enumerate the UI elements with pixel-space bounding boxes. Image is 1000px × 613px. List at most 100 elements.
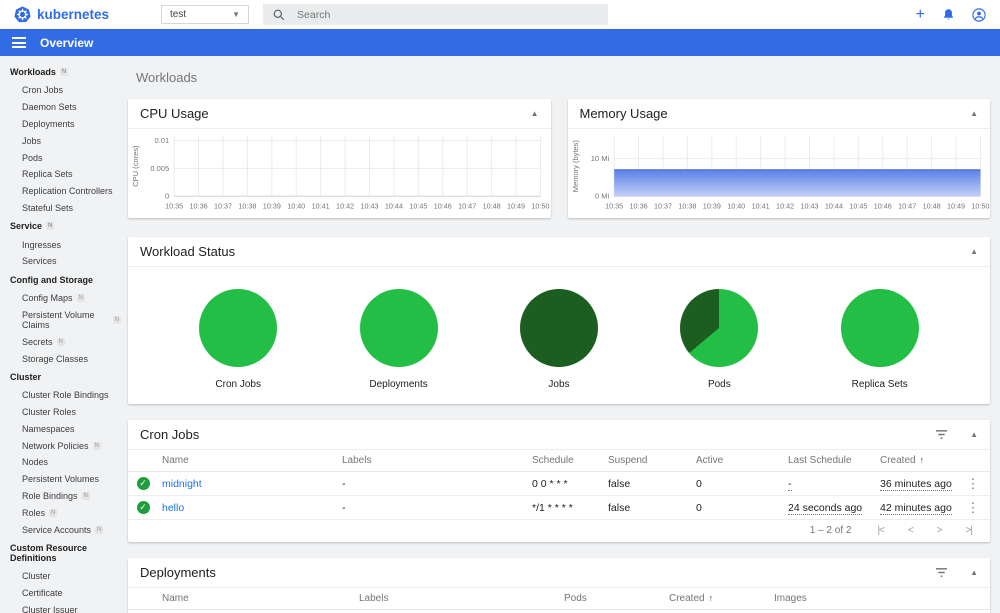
namespace-selector[interactable]: test ▼	[161, 5, 250, 24]
filter-list-icon[interactable]	[935, 429, 948, 440]
sidebar-item-label: Secrets	[22, 336, 53, 347]
sidebar-item-persistent-volumes[interactable]: Persistent Volumes	[0, 471, 125, 488]
resource-link[interactable]: hello	[162, 502, 184, 514]
svg-text:10:43: 10:43	[360, 201, 378, 210]
notifications-bell-icon[interactable]	[942, 8, 955, 21]
sidebar-item-namespaces[interactable]: Namespaces	[0, 421, 125, 438]
column-header-name[interactable]: Name	[158, 588, 355, 611]
sidebar-item-service-accounts[interactable]: Service Accounts N	[0, 521, 125, 538]
row-menu-icon[interactable]: ⋮	[960, 476, 986, 492]
sidebar-item-jobs[interactable]: Jobs	[0, 132, 125, 149]
sidebar-item-cluster-roles[interactable]: Cluster Roles	[0, 404, 125, 421]
filter-list-icon[interactable]	[935, 567, 948, 578]
pie-chart-pods	[680, 289, 759, 368]
sidebar-item-replica-sets[interactable]: Replica Sets	[0, 166, 125, 183]
sidebar-item-role-bindings[interactable]: Role Bindings N	[0, 488, 125, 505]
column-header-last-schedule[interactable]: Last Schedule	[784, 450, 876, 473]
sidebar-section-cluster[interactable]: Cluster	[0, 367, 125, 387]
column-header-active[interactable]: Active	[692, 450, 784, 473]
search-input[interactable]	[297, 8, 599, 21]
column-header-labels[interactable]: Labels	[338, 450, 528, 473]
search-bar[interactable]	[263, 4, 609, 25]
sidebar-item-ingresses[interactable]: Ingresses	[0, 236, 125, 253]
sidebar-item-pods[interactable]: Pods	[0, 149, 125, 166]
column-label: Labels	[342, 455, 372, 467]
last_schedule-value: -	[788, 477, 792, 491]
last-page-button[interactable]: >|	[966, 525, 974, 536]
sidebar-item-secrets[interactable]: Secrets N	[0, 333, 125, 350]
column-header-schedule[interactable]: Schedule	[528, 450, 604, 473]
status-ok-icon: ✓	[136, 501, 150, 515]
svg-text:10:39: 10:39	[263, 201, 281, 210]
sidebar-item-label: Stateful Sets	[22, 202, 74, 213]
actions-cell: ⋮	[956, 495, 990, 521]
workload-status-pies: Cron Jobs Deployments Jobs Pods Replica Sets	[128, 267, 990, 404]
svg-text:10:45: 10:45	[409, 201, 427, 210]
sidebar-item-replication-controllers[interactable]: Replication Controllers	[0, 183, 125, 200]
sidebar-item-stateful-sets[interactable]: Stateful Sets	[0, 199, 125, 216]
column-header-created[interactable]: Created ↑	[665, 588, 770, 611]
svg-text:10:44: 10:44	[385, 201, 403, 210]
sidebar-item-services[interactable]: Services	[0, 253, 125, 270]
user-account-icon[interactable]	[972, 7, 986, 22]
status-ok-icon: ✓	[136, 477, 150, 491]
svg-text:10:47: 10:47	[898, 201, 916, 210]
search-icon	[273, 9, 285, 21]
collapse-caret-icon[interactable]: ▲	[970, 568, 978, 577]
created-value: 42 minutes ago	[880, 501, 952, 515]
sidebar-item-cron-jobs[interactable]: Cron Jobs	[0, 82, 125, 99]
first-page-button[interactable]: |<	[877, 525, 885, 536]
column-header-name[interactable]: Name	[158, 450, 338, 473]
collapse-caret-icon[interactable]: ▲	[970, 109, 978, 118]
sidebar-section-service[interactable]: Service N	[0, 216, 125, 236]
actions-cell: ⋮	[956, 471, 990, 497]
collapse-caret-icon[interactable]: ▲	[970, 247, 978, 256]
column-header-labels[interactable]: Labels	[355, 588, 560, 611]
column-header-created[interactable]: Created ↑	[876, 450, 956, 473]
sidebar-section-workloads[interactable]: Workloads N	[0, 62, 125, 82]
sidebar-item-network-policies[interactable]: Network Policies N	[0, 437, 125, 454]
namespaced-badge: N	[92, 441, 101, 450]
column-header-pods[interactable]: Pods	[560, 588, 665, 611]
sidebar-item-cluster-issuer[interactable]: Cluster Issuer	[0, 602, 125, 613]
sidebar-item-label: Cluster Role Bindings	[22, 390, 109, 401]
sidebar-item-persistent-volume-claims[interactable]: Persistent Volume Claims N	[0, 307, 125, 334]
kubernetes-logo[interactable]: kubernetes	[14, 6, 109, 23]
svg-text:10:47: 10:47	[458, 201, 476, 210]
sidebar-item-deployments[interactable]: Deployments	[0, 116, 125, 133]
sidebar-item-cluster-role-bindings[interactable]: Cluster Role Bindings	[0, 387, 125, 404]
column-header-suspend[interactable]: Suspend	[604, 450, 692, 473]
previous-page-button[interactable]: <	[908, 525, 914, 536]
svg-text:0: 0	[165, 192, 169, 201]
svg-text:10:39: 10:39	[702, 201, 720, 210]
collapse-caret-icon[interactable]: ▲	[970, 430, 978, 439]
next-page-button[interactable]: >	[937, 525, 943, 536]
active-value: 0	[696, 477, 702, 490]
namespaced-badge: N	[95, 525, 104, 534]
sidebar-item-nodes[interactable]: Nodes	[0, 454, 125, 471]
collapse-caret-icon[interactable]: ▲	[531, 109, 539, 118]
sidebar-item-label: Cron Jobs	[22, 85, 64, 96]
sidebar-item-daemon-sets[interactable]: Daemon Sets	[0, 99, 125, 116]
svg-text:10:50: 10:50	[971, 201, 989, 210]
sidebar-item-roles[interactable]: Roles N	[0, 504, 125, 521]
sort-ascending-icon: ↑	[708, 593, 714, 604]
sidebar-section-custom-resource-definitions[interactable]: Custom Resource Definitions	[0, 538, 125, 568]
sidebar-item-certificate[interactable]: Certificate	[0, 585, 125, 602]
sidebar-item-config-maps[interactable]: Config Maps N	[0, 290, 125, 307]
column-header-images[interactable]: Images	[770, 588, 932, 611]
svg-text:10:41: 10:41	[312, 201, 330, 210]
sidebar-item-storage-classes[interactable]: Storage Classes	[0, 350, 125, 367]
resource-link[interactable]: midnight	[162, 478, 202, 490]
suspend-value: false	[608, 477, 631, 490]
chevron-down-icon: ▼	[232, 10, 241, 19]
sidebar-section-config-and-storage[interactable]: Config and Storage	[0, 270, 125, 290]
svg-text:CPU (cores): CPU (cores)	[131, 145, 140, 187]
schedule-value: 0 0 * * *	[532, 477, 568, 490]
row-menu-icon[interactable]: ⋮	[960, 500, 986, 516]
menu-hamburger-icon[interactable]	[12, 35, 26, 51]
sidebar-item-label: Services	[22, 256, 57, 267]
svg-text:10:37: 10:37	[214, 201, 232, 210]
sidebar-item-cluster[interactable]: Cluster	[0, 568, 125, 585]
add-resource-icon[interactable]: +	[916, 6, 925, 23]
